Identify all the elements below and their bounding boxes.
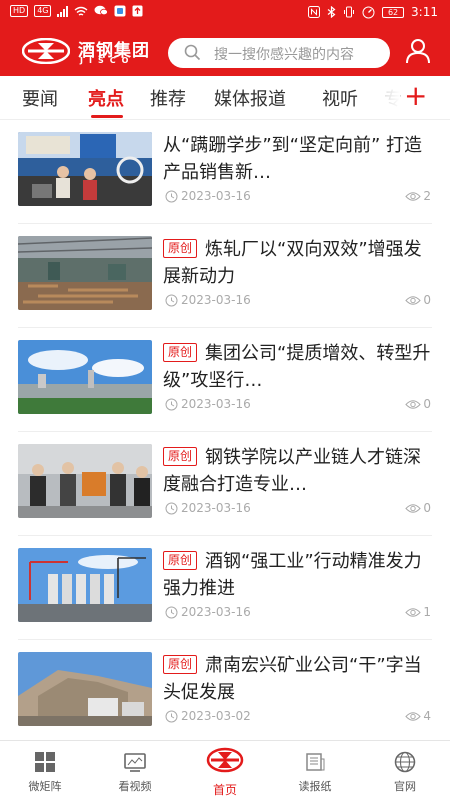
nav-kan-shipin[interactable]: 看视频 (90, 741, 180, 800)
bottom-nav: 微矩阵 看视频 首页 读报纸 官网 (0, 740, 450, 800)
category-tabs: 要闻 亮点 推荐 媒体报道 视听 专 + (0, 76, 450, 120)
news-thumbnail (18, 236, 152, 310)
eye-icon (405, 295, 422, 305)
news-item[interactable]: 原创 炼轧厂以“双向双效”增强发展新动力 2023-03-16 0 (0, 224, 450, 328)
nav-guanwang[interactable]: 官网 (360, 741, 450, 800)
search-icon (184, 44, 201, 61)
original-tag: 原创 (163, 655, 198, 674)
news-item[interactable]: 从“蹒跚学步”到“坚定向前” 打造产品销售新… 2023-03-16 2 (0, 120, 450, 224)
news-date: 2023-03-02 (181, 709, 251, 723)
wifi-icon (75, 6, 88, 16)
news-title[interactable]: 原创 酒钢“强工业”行动精准发力强力推进 (163, 548, 431, 602)
news-meta: 2023-03-16 1 (165, 605, 431, 621)
bluetooth-icon (327, 6, 336, 18)
app-icon (114, 5, 126, 17)
news-thumbnail (18, 444, 152, 518)
news-meta: 2023-03-02 4 (165, 709, 431, 725)
news-title[interactable]: 原创 炼轧厂以“双向双效”增强发展新动力 (163, 236, 431, 290)
add-channel-button[interactable]: + (404, 80, 427, 112)
news-thumbnail (18, 340, 152, 414)
news-date: 2023-03-16 (181, 605, 251, 619)
news-thumbnail (18, 132, 152, 206)
view-count: 4 (423, 709, 431, 723)
clock-icon (165, 294, 178, 307)
view-count: 1 (423, 605, 431, 619)
view-count: 2 (423, 189, 431, 203)
search-input[interactable]: 搜一搜你感兴趣的内容 (168, 38, 390, 68)
nav-home[interactable]: 首页 (180, 741, 270, 800)
news-thumbnail (18, 548, 152, 622)
news-title[interactable]: 原创 集团公司“提质增效、转型升级”攻坚行… (163, 340, 431, 394)
active-tab-indicator (91, 115, 123, 118)
news-item[interactable]: 原创 酒钢“强工业”行动精准发力强力推进 2023-03-16 1 (0, 536, 450, 640)
tab-shiting[interactable]: 视听 (322, 85, 358, 111)
original-tag: 原创 (163, 551, 198, 570)
tab-meiti-baodao[interactable]: 媒体报道 (214, 85, 286, 111)
clock-icon (165, 606, 178, 619)
upload-icon (132, 5, 143, 17)
news-date: 2023-03-16 (181, 189, 251, 203)
newspaper-icon (306, 753, 325, 771)
news-date: 2023-03-16 (181, 293, 251, 307)
original-tag: 原创 (163, 343, 198, 362)
eye-icon (405, 399, 422, 409)
view-count: 0 (423, 293, 431, 307)
speed-icon (362, 6, 375, 18)
grid-icon (35, 752, 55, 772)
user-icon[interactable] (404, 37, 432, 65)
brand-name-en: JISCO (80, 56, 135, 65)
home-logo-icon (206, 747, 244, 773)
eye-icon (405, 711, 422, 721)
news-item[interactable]: 原创 肃南宏兴矿业公司“干”字当头促发展 2023-03-02 4 (0, 640, 450, 744)
search-placeholder: 搜一搜你感兴趣的内容 (214, 47, 354, 63)
hd-badge: HD (10, 5, 29, 17)
nav-wei-juzhen[interactable]: 微矩阵 (0, 741, 90, 800)
news-title[interactable]: 原创 钢铁学院以产业链人才链深度融合打造专业… (163, 444, 431, 498)
tab-yaowen[interactable]: 要闻 (22, 85, 58, 111)
video-icon (124, 753, 146, 772)
jisco-logo-icon (22, 38, 70, 64)
brand-logo[interactable]: 酒钢集团 JISCO (22, 36, 160, 68)
tab-tuijian[interactable]: 推荐 (150, 85, 186, 111)
clock-icon (165, 502, 178, 515)
eye-icon (405, 503, 422, 513)
tab-liangdian[interactable]: 亮点 (88, 85, 124, 111)
eye-icon (405, 191, 422, 201)
news-item[interactable]: 原创 集团公司“提质增效、转型升级”攻坚行… 2023-03-16 0 (0, 328, 450, 432)
news-date: 2023-03-16 (181, 501, 251, 515)
news-meta: 2023-03-16 0 (165, 397, 431, 413)
original-tag: 原创 (163, 239, 198, 258)
news-meta: 2023-03-16 0 (165, 501, 431, 517)
original-tag: 原创 (163, 447, 198, 466)
view-count: 0 (423, 397, 431, 411)
view-count: 0 (423, 501, 431, 515)
news-date: 2023-03-16 (181, 397, 251, 411)
chat-icon (94, 5, 109, 16)
app-header: 酒钢集团 JISCO 搜一搜你感兴趣的内容 (0, 26, 450, 76)
clock-icon (165, 190, 178, 203)
news-meta: 2023-03-16 0 (165, 293, 431, 309)
news-title[interactable]: 原创 肃南宏兴矿业公司“干”字当头促发展 (163, 652, 431, 706)
globe-icon (394, 751, 416, 773)
nav-du-baozhi[interactable]: 读报纸 (270, 741, 360, 800)
signal-icon (57, 5, 69, 17)
network-badge: 4G (34, 5, 52, 17)
status-bar: HD 4G 62 3:11 (0, 0, 450, 26)
news-meta: 2023-03-16 2 (165, 189, 431, 205)
vibrate-icon (344, 6, 355, 18)
nfc-icon (308, 6, 321, 18)
battery-icon: 62 (382, 6, 405, 18)
news-thumbnail (18, 652, 152, 726)
clock-icon (165, 398, 178, 411)
eye-icon (405, 607, 422, 617)
news-item[interactable]: 原创 钢铁学院以产业链人才链深度融合打造专业… 2023-03-16 0 (0, 432, 450, 536)
status-time: 3:11 (411, 5, 438, 19)
news-title[interactable]: 从“蹒跚学步”到“坚定向前” 打造产品销售新… (163, 132, 431, 186)
clock-icon (165, 710, 178, 723)
